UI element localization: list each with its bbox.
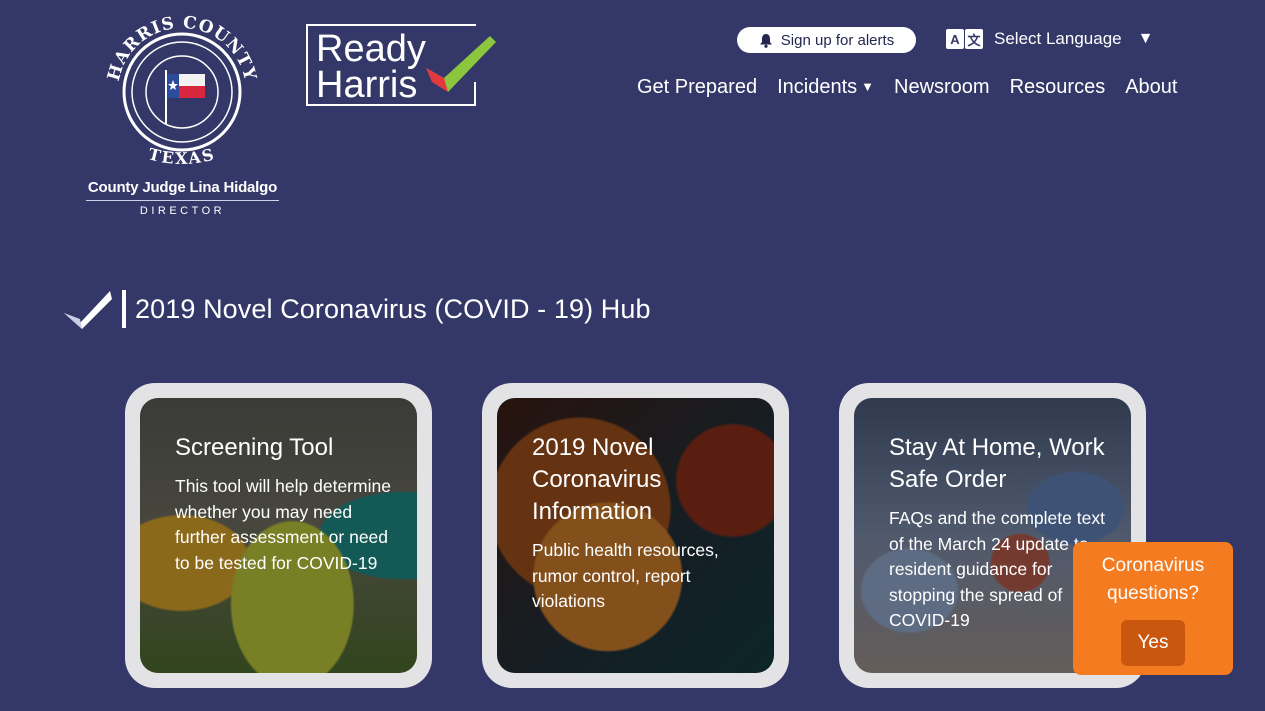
title-divider — [122, 290, 126, 328]
translate-icon-latin: A — [946, 29, 964, 49]
card-image: 2019 Novel Coronavirus Information Publi… — [497, 398, 774, 673]
card-coronavirus-information[interactable]: 2019 Novel Coronavirus Information Publi… — [482, 383, 789, 688]
logo-word-harris: Harris — [316, 64, 418, 106]
caret-down-icon: ▼ — [861, 79, 875, 94]
nav-incidents[interactable]: Incidents ▼ — [777, 76, 874, 99]
card-screening-tool[interactable]: Screening Tool This tool will help deter… — [125, 383, 432, 688]
nav-about[interactable]: About — [1125, 76, 1177, 99]
nav-get-prepared[interactable]: Get Prepared — [637, 76, 757, 99]
ready-harris-logo[interactable]: Ready Harris — [306, 24, 496, 110]
translate-icon-cjk: 文 — [965, 29, 983, 49]
bell-icon — [759, 33, 772, 48]
nav-resources[interactable]: Resources — [1010, 76, 1106, 99]
seal-divider — [86, 200, 279, 201]
seal-judge-name: County Judge Lina Hidalgo — [87, 179, 278, 196]
language-selector[interactable]: A 文 Select Language ▼ — [946, 26, 1153, 52]
page-title: 2019 Novel Coronavirus (COVID - 19) Hub — [135, 293, 651, 324]
card-content: 2019 Novel Coronavirus Information Publi… — [532, 432, 754, 615]
card-title: 2019 Novel Coronavirus Information — [532, 434, 662, 525]
chat-question: Coronavirus questions? — [1101, 555, 1205, 604]
main-nav: Get Prepared Incidents ▼ Newsroom Resourc… — [637, 76, 1177, 99]
nav-newsroom[interactable]: Newsroom — [894, 76, 990, 99]
hub-title: 2019 Novel Coronavirus (COVID - 19) Hub — [62, 289, 651, 329]
hsem-seal-logo[interactable]: HARRIS COUNTY TEXAS County Judge Lina Hi… — [80, 4, 285, 219]
card-content: Screening Tool This tool will help deter… — [175, 432, 397, 576]
card-description: This tool will help determine whether yo… — [175, 476, 391, 573]
coronavirus-chat-popup: Coronavirus questions? Yes — [1073, 542, 1233, 675]
seal-emblem-icon: HARRIS COUNTY TEXAS — [106, 13, 258, 168]
dropdown-arrow-icon: ▼ — [1137, 30, 1154, 47]
translate-icon: A 文 — [946, 29, 984, 49]
checkmark-icon — [64, 291, 112, 329]
chat-yes-button[interactable]: Yes — [1121, 620, 1185, 666]
card-description: Public health resources, rumor control, … — [532, 540, 719, 611]
seal-director-label: DIRECTOR — [139, 205, 226, 217]
card-image: Screening Tool This tool will help deter… — [140, 398, 417, 673]
svg-text:TEXAS: TEXAS — [146, 144, 217, 168]
nav-incidents-label: Incidents — [777, 76, 858, 98]
checkmark-logo-icon — [426, 36, 496, 92]
alerts-label: Sign up for alerts — [780, 31, 895, 49]
seal-arc-bottom: TEXAS — [146, 144, 215, 168]
language-label: Select Language — [994, 29, 1122, 48]
sign-up-alerts-button[interactable]: Sign up for alerts — [737, 27, 916, 53]
card-title: Stay At Home, Work Safe Order — [889, 434, 1105, 493]
card-title: Screening Tool — [175, 434, 334, 461]
